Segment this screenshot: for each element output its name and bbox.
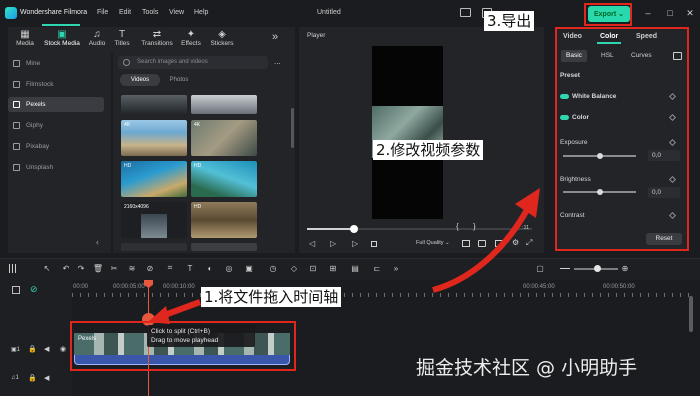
watermark: 掘金技术社区 @ 小明助手 [416, 357, 638, 379]
annotation-arrows [148, 188, 540, 324]
arrow-to-properties [432, 206, 531, 293]
arrow-head-clip [148, 306, 170, 324]
